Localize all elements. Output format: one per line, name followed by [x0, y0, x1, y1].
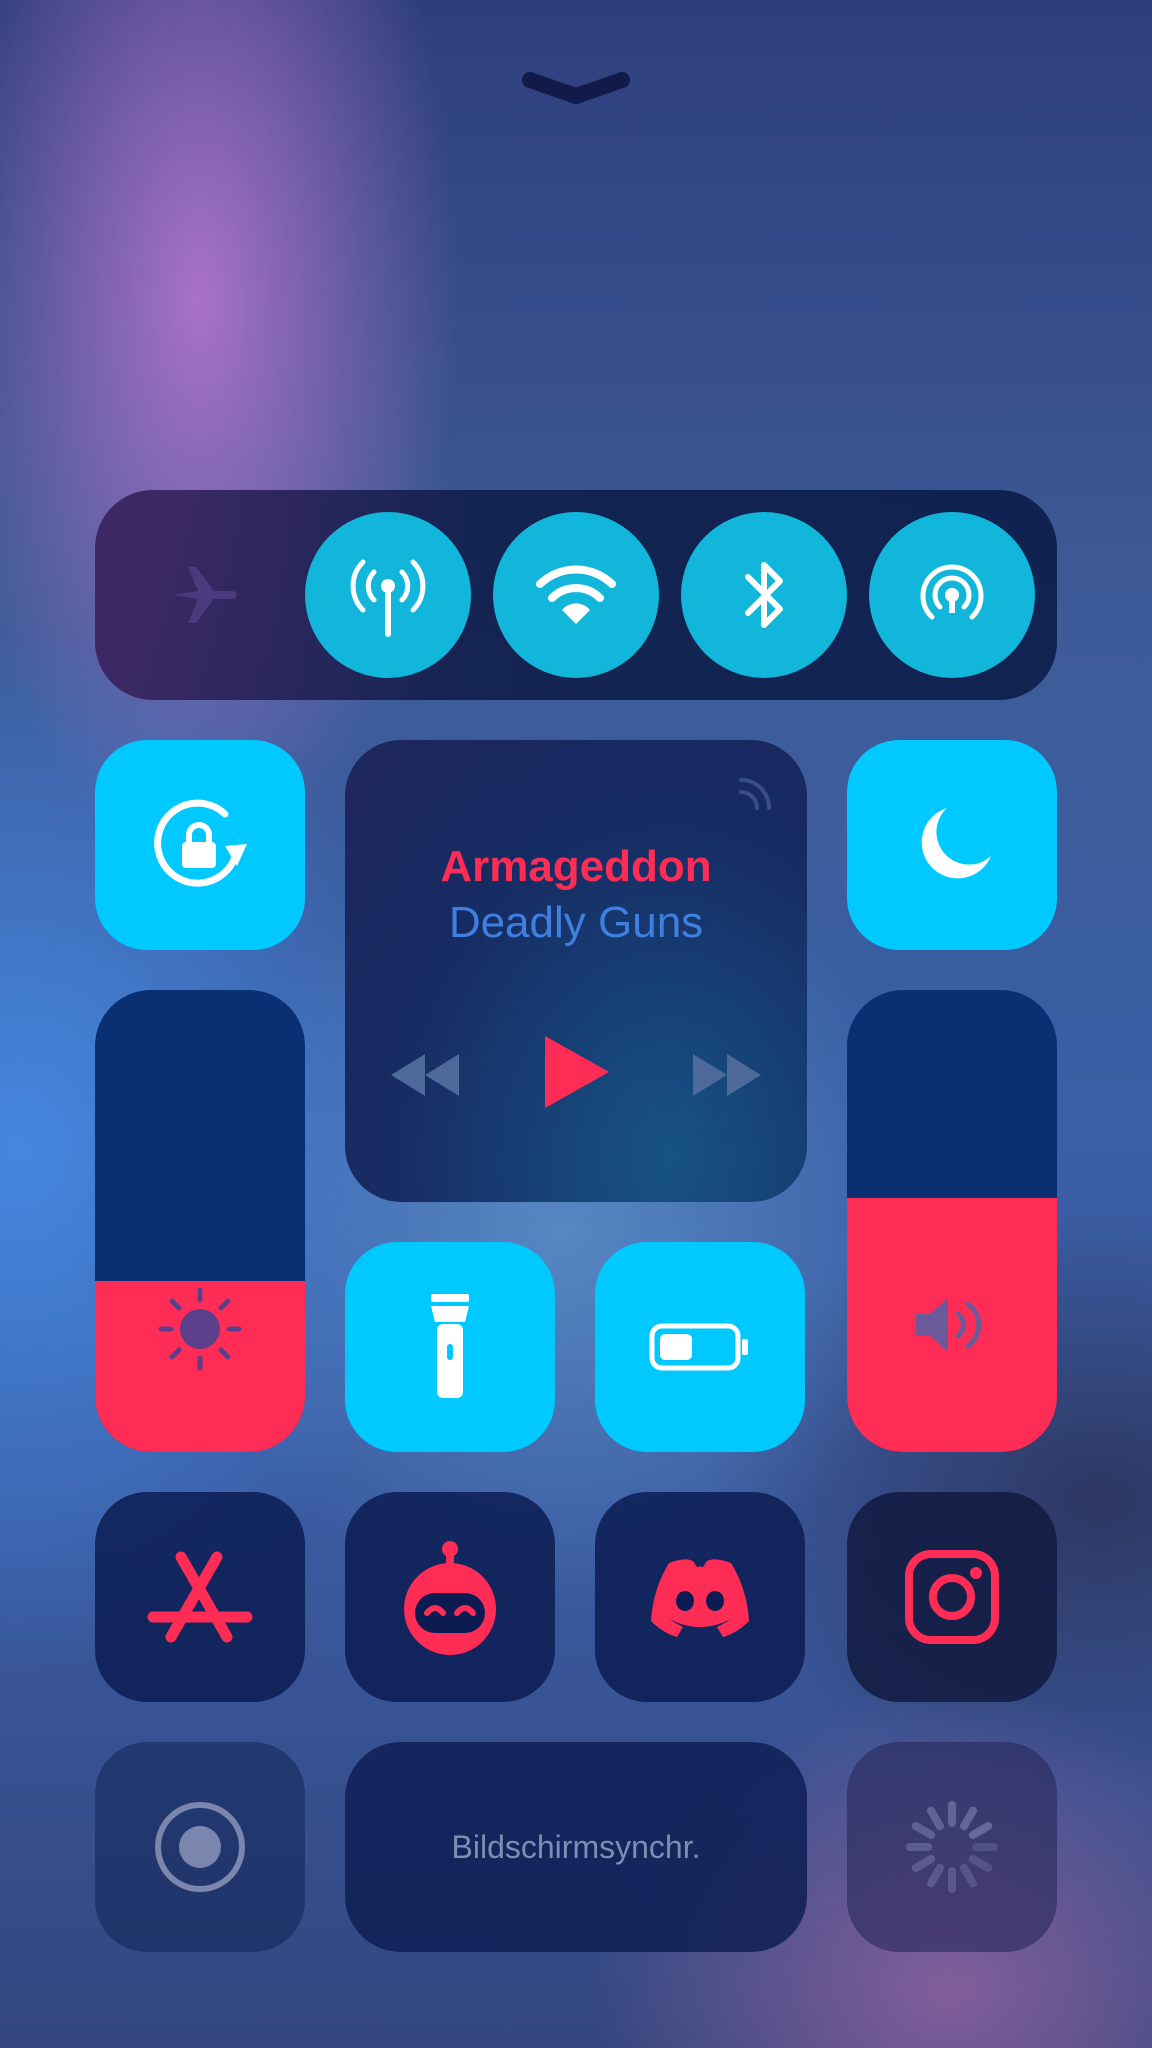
- rotation-lock-icon: [154, 799, 247, 887]
- screen-recording-button[interactable]: [95, 1742, 305, 1952]
- flashlight-button[interactable]: [345, 1242, 555, 1452]
- instagram-button[interactable]: [847, 1492, 1057, 1702]
- song-artist: Deadly Guns: [448, 898, 704, 947]
- brightness-slider[interactable]: [95, 990, 305, 1452]
- fast-forward-icon[interactable]: [691, 1050, 763, 1100]
- airplane-icon: [172, 567, 237, 623]
- robot-app-button[interactable]: [345, 1492, 555, 1702]
- rotation-lock-button[interactable]: [95, 740, 305, 950]
- rewind-icon[interactable]: [389, 1050, 461, 1100]
- airplane-mode-button[interactable]: [165, 555, 245, 635]
- speaker-icon: [916, 1298, 982, 1352]
- bluetooth-icon: [745, 562, 783, 628]
- spinner-tick: [968, 1822, 993, 1839]
- bluetooth-button[interactable]: [681, 512, 847, 678]
- wifi-button[interactable]: [493, 512, 659, 678]
- screen-mirroring-button[interactable]: Bildschirmsynchr.: [345, 1742, 807, 1952]
- connectivity-panel: [95, 490, 1057, 700]
- do-not-disturb-button[interactable]: [847, 740, 1057, 950]
- spinner-tick: [960, 1863, 977, 1888]
- spinner-tick: [911, 1822, 936, 1839]
- screen-mirroring-label: Bildschirmsynchr.: [451, 1828, 701, 1865]
- battery-icon: [649, 1323, 748, 1371]
- sun-icon: [158, 1287, 242, 1371]
- app-store-button[interactable]: [95, 1492, 305, 1702]
- airplay-icon[interactable]: [737, 770, 779, 812]
- moon-icon: [921, 808, 991, 879]
- discord-icon: [651, 1559, 749, 1637]
- music-player: Armageddon Deadly Guns: [345, 740, 807, 1202]
- volume-slider[interactable]: [847, 990, 1057, 1452]
- hotspot-icon: [920, 564, 984, 620]
- spinner-icon: [906, 1801, 998, 1893]
- antenna-icon: [350, 559, 426, 637]
- spinner-tick: [927, 1806, 944, 1831]
- low-power-mode-button[interactable]: [595, 1242, 805, 1452]
- robot-app-icon: [404, 1541, 496, 1655]
- flashlight-icon: [431, 1294, 469, 1398]
- song-title: Armageddon: [440, 842, 712, 891]
- personal-hotspot-button[interactable]: [869, 512, 1035, 678]
- spinner-tick: [960, 1806, 977, 1831]
- app-store-icon: [147, 1551, 253, 1643]
- loading-indicator: [847, 1742, 1057, 1952]
- chevron-down-icon[interactable]: [520, 66, 632, 106]
- play-icon[interactable]: [541, 1032, 613, 1112]
- spinner-tick: [911, 1855, 936, 1872]
- wifi-icon: [536, 565, 616, 624]
- instagram-icon: [905, 1550, 999, 1644]
- cellular-data-button[interactable]: [305, 512, 471, 678]
- discord-button[interactable]: [595, 1492, 805, 1702]
- spinner-tick: [927, 1863, 944, 1888]
- spinner-tick: [968, 1855, 993, 1872]
- record-icon: [155, 1802, 245, 1892]
